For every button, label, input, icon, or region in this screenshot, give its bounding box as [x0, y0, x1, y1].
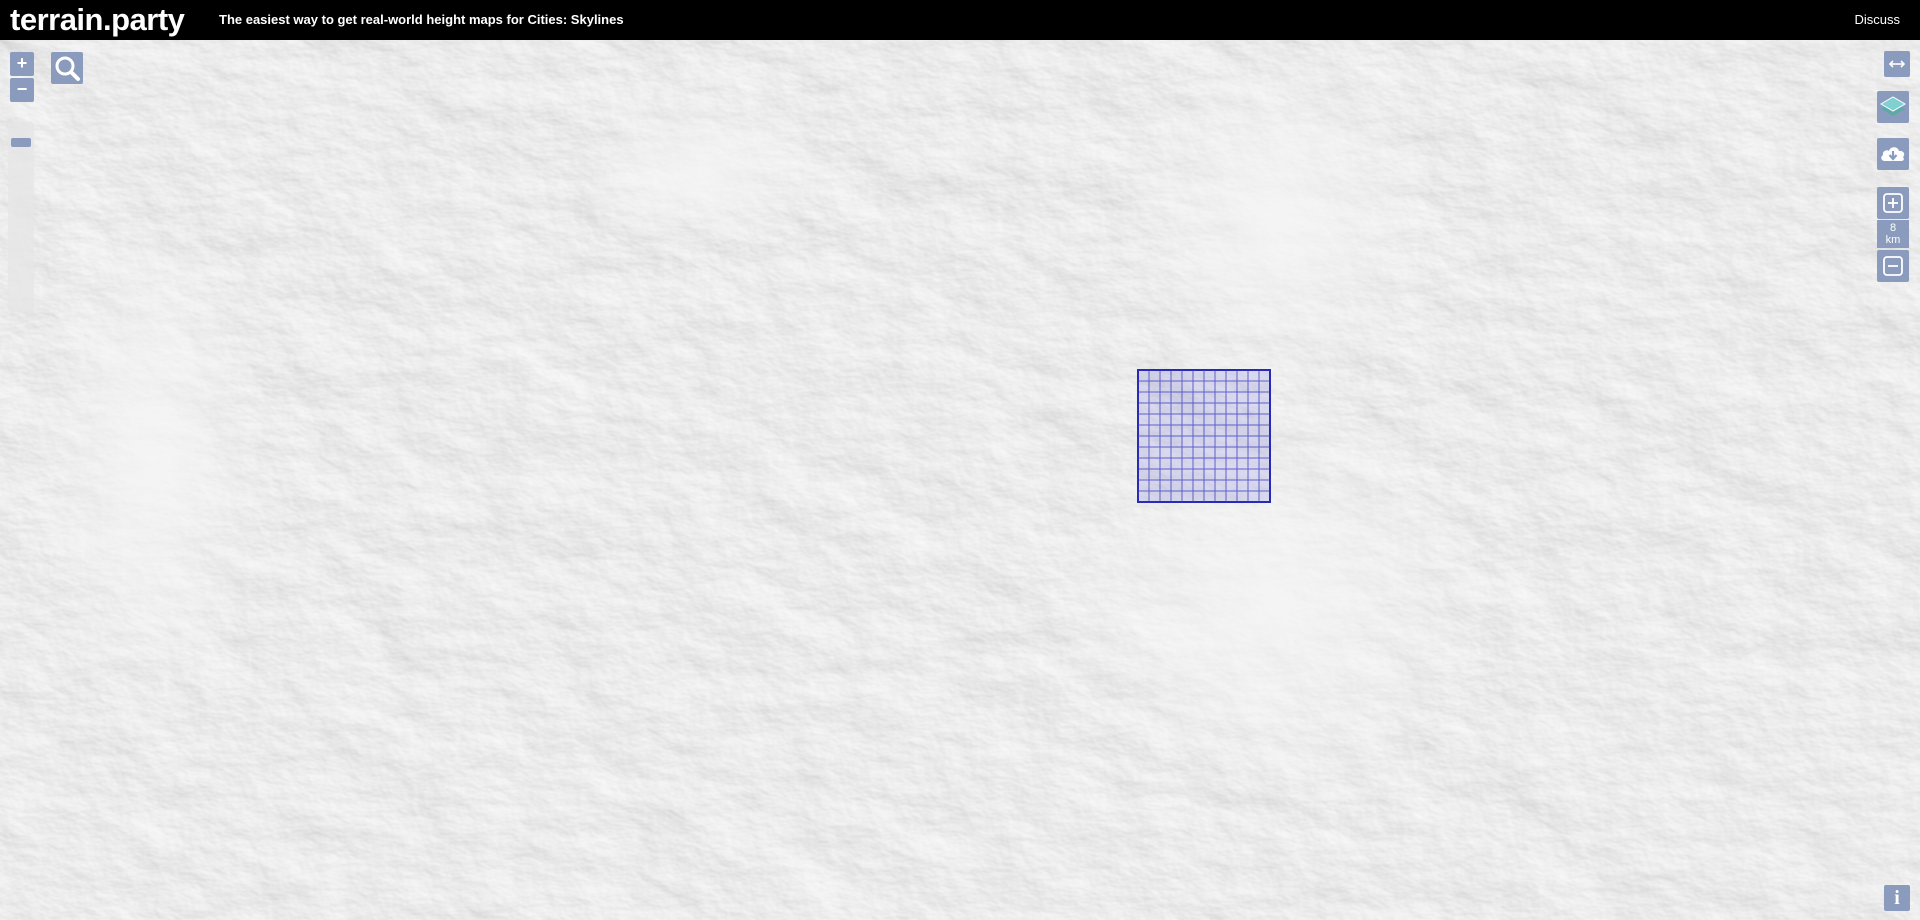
- zoom-in-button[interactable]: +: [10, 52, 34, 76]
- selection-size-readout: 8 km: [1877, 220, 1909, 248]
- selection-size-value: 8: [1889, 222, 1897, 234]
- minus-box-icon: [1883, 256, 1903, 276]
- tagline-game-name: Cities: Skylines: [527, 12, 624, 27]
- download-button[interactable]: [1877, 138, 1909, 170]
- zoom-slider-handle[interactable]: [11, 138, 31, 148]
- layers-icon: [1880, 96, 1906, 116]
- discuss-link[interactable]: Discuss: [1854, 12, 1900, 27]
- zoom-slider-track[interactable]: [8, 122, 34, 312]
- selection-size-unit: km: [1885, 234, 1901, 246]
- site-logo[interactable]: terrain.party: [10, 1, 185, 39]
- resize-toggle-button[interactable]: [1884, 51, 1910, 77]
- top-bar: terrain.party The easiest way to get rea…: [0, 0, 1920, 40]
- zoom-out-button[interactable]: −: [10, 78, 34, 102]
- shrink-area-button[interactable]: [1877, 250, 1909, 282]
- terrain-hillshade: [0, 40, 1920, 920]
- info-button[interactable]: i: [1884, 885, 1910, 911]
- tagline: The easiest way to get real-world height…: [219, 12, 624, 27]
- map-canvas[interactable]: [0, 40, 1920, 920]
- layers-button[interactable]: [1877, 91, 1909, 123]
- enlarge-area-button[interactable]: [1877, 187, 1909, 219]
- horizontal-arrows-icon: [1888, 60, 1906, 68]
- plus-box-icon: [1883, 193, 1903, 213]
- cloud-download-icon: [1881, 147, 1905, 161]
- search-button[interactable]: [51, 52, 83, 84]
- tagline-text: The easiest way to get real-world height…: [219, 12, 528, 27]
- search-icon: [55, 56, 80, 81]
- heightmap-selection-box[interactable]: [1137, 369, 1271, 503]
